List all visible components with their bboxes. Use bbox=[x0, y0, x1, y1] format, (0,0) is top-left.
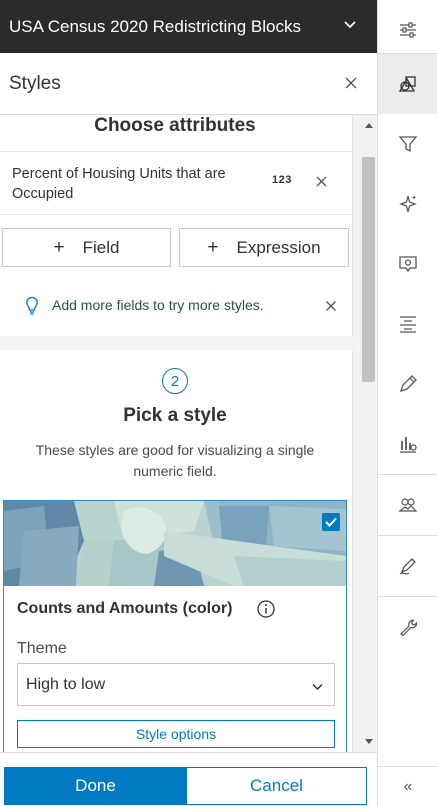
labels-icon bbox=[400, 316, 416, 333]
labels-button[interactable] bbox=[378, 294, 437, 354]
sketch-button[interactable] bbox=[378, 536, 437, 596]
step-number-badge: 2 bbox=[162, 368, 188, 394]
styles-panel-header: Styles bbox=[0, 53, 377, 115]
dismiss-tip-icon[interactable] bbox=[325, 300, 337, 312]
chevrons-left-icon: « bbox=[403, 777, 413, 795]
sliders-icon bbox=[400, 22, 416, 38]
popup-icon bbox=[399, 256, 417, 273]
scrollbar[interactable] bbox=[360, 115, 377, 752]
styles-scroll-area[interactable]: Choose attributes Percent of Housing Uni… bbox=[0, 115, 377, 752]
scroll-down-arrow-icon[interactable] bbox=[365, 739, 373, 744]
selected-attribute-row[interactable]: Percent of Housing Units that are Occupi… bbox=[0, 151, 353, 215]
charts-button[interactable] bbox=[378, 414, 437, 474]
panel-footer: Done Cancel bbox=[0, 752, 377, 806]
pick-style-section: 2 Pick a style These styles are good for… bbox=[0, 350, 353, 752]
settings-button[interactable] bbox=[378, 597, 437, 657]
lightbulb-icon bbox=[26, 296, 38, 315]
add-expression-button[interactable]: + Expression bbox=[179, 228, 349, 267]
pick-style-title: Pick a style bbox=[123, 405, 227, 426]
tip-text: Add more fields to try more styles. bbox=[52, 297, 264, 313]
collapse-rail-button[interactable]: « bbox=[378, 766, 437, 806]
scrollbar-thumb[interactable] bbox=[362, 157, 375, 382]
filter-icon bbox=[398, 136, 418, 153]
theme-label: Theme bbox=[17, 640, 67, 657]
style-card-counts-amounts-color[interactable]: Counts and Amounts (color) Theme High to… bbox=[3, 500, 347, 752]
info-icon[interactable] bbox=[256, 599, 276, 619]
style-options-button[interactable]: Style options bbox=[17, 720, 335, 748]
theme-select[interactable]: High to low bbox=[17, 663, 335, 706]
configure-fields-button[interactable] bbox=[378, 354, 437, 414]
selected-check-icon[interactable] bbox=[322, 513, 340, 531]
right-toolbar-rail: « bbox=[377, 0, 437, 806]
properties-button[interactable] bbox=[378, 0, 437, 60]
theme-selected-value: High to low bbox=[26, 676, 106, 693]
clustering-icon bbox=[398, 498, 418, 512]
remove-attribute-icon[interactable] bbox=[315, 175, 328, 188]
cancel-button[interactable]: Cancel bbox=[186, 767, 367, 805]
add-field-label: Field bbox=[82, 237, 120, 257]
sketch-icon bbox=[399, 558, 416, 575]
charts-icon bbox=[400, 437, 417, 453]
filter-button[interactable] bbox=[378, 114, 437, 174]
edit-icon bbox=[399, 375, 417, 393]
layer-header[interactable]: USA Census 2020 Redistricting Blocks bbox=[0, 0, 377, 53]
chevron-down-icon[interactable] bbox=[341, 15, 359, 33]
scroll-up-arrow-icon[interactable] bbox=[365, 123, 373, 128]
styles-button[interactable] bbox=[378, 54, 437, 114]
popups-button[interactable] bbox=[378, 234, 437, 294]
effects-icon bbox=[399, 195, 417, 213]
choose-attributes-title: Choose attributes bbox=[94, 115, 256, 136]
chevron-down-icon bbox=[312, 683, 323, 691]
effects-button[interactable] bbox=[378, 174, 437, 234]
wrench-icon bbox=[400, 619, 418, 637]
plus-icon: + bbox=[207, 236, 219, 258]
attribute-field-name: Percent of Housing Units that are Occupi… bbox=[12, 166, 226, 202]
layer-title: USA Census 2020 Redistricting Blocks bbox=[9, 16, 301, 36]
numeric-type-icon: 123 bbox=[272, 174, 292, 186]
pick-style-description: These styles are good for visualizing a … bbox=[35, 442, 315, 479]
add-expression-label: Expression bbox=[236, 237, 321, 257]
styles-icon bbox=[398, 76, 416, 92]
close-icon[interactable] bbox=[343, 75, 359, 91]
tip-notice: Add more fields to try more styles. bbox=[0, 285, 353, 325]
done-button[interactable]: Done bbox=[4, 767, 187, 805]
panel-title: Styles bbox=[9, 72, 61, 94]
add-field-button[interactable]: + Field bbox=[2, 228, 171, 267]
plus-icon: + bbox=[53, 236, 65, 258]
clustering-button[interactable] bbox=[378, 475, 437, 535]
style-preview-map bbox=[4, 501, 346, 586]
choose-attributes-section: Choose attributes Percent of Housing Uni… bbox=[0, 115, 353, 336]
style-card-title: Counts and Amounts (color) bbox=[17, 600, 233, 617]
